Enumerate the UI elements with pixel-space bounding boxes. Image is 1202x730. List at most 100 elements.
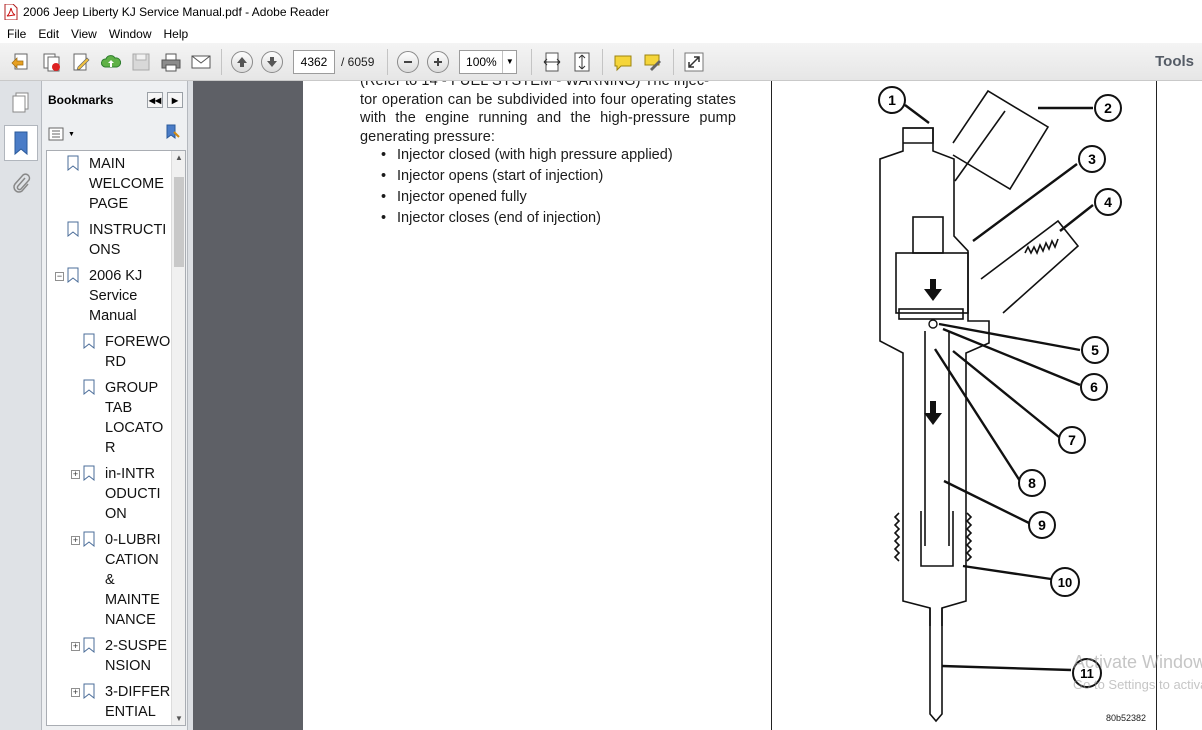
bookmark-item-group-tab-locator[interactable]: GROUP TAB LOCATO R [83,378,163,458]
fit-height-button[interactable] [567,47,597,77]
bookmark-label-line: in-INTR [105,466,155,482]
sticky-note-icon [614,55,632,71]
page-number-input[interactable] [293,49,335,74]
expand-toggle[interactable]: + [71,470,80,479]
save-icon [132,53,150,70]
thread-left [893,512,901,562]
activation-watermark-subtitle: Go to Settings to activate Windows. [1073,677,1202,692]
menu-edit[interactable]: Edit [33,27,64,41]
highlighter-icon [644,54,662,71]
expand-toggle[interactable]: + [71,688,80,697]
bookmark-label-line: TAB [105,400,133,416]
document-gutter [193,81,303,730]
chevron-down-icon[interactable]: ▼ [502,50,516,73]
bookmarks-tree: MAIN WELCOME PAGE INSTRUCTI ONS − 2006 K… [46,150,186,726]
expand-toggle[interactable]: + [71,536,80,545]
injector-cap [903,127,934,144]
menu-bar: File Edit View Window Help [0,24,1202,43]
bookmark-icon [67,155,79,171]
next-page-button[interactable] [257,47,287,77]
print-button[interactable] [156,47,186,77]
bookmark-label-line: NANCE [105,612,156,628]
control-ball [928,319,938,329]
fuel-inlet-threads [1024,238,1059,255]
bookmark-label-line: Service [89,288,138,304]
fit-width-icon [544,52,561,71]
callout-9: 9 [1038,517,1046,533]
bookmark-label-line: CATION [105,552,159,568]
expand-panel-button[interactable]: ▶ [167,92,183,108]
edit-pdf-icon [73,53,90,71]
bookmark-item-2-suspension[interactable]: 2-SUSPE NSION [83,636,167,676]
bookmarks-scrollbar[interactable]: ▲ ▼ [171,151,185,725]
solenoid-core [912,216,944,254]
arrow-down-icon [267,56,277,67]
callout-10: 10 [1058,575,1072,590]
save-button[interactable] [126,47,156,77]
bookmark-item-3-differential[interactable]: 3-DIFFER ENTIAL [83,682,170,722]
bookmark-options-button[interactable]: ▼ [48,127,75,141]
full-screen-button[interactable] [679,47,709,77]
expand-icon [684,52,704,71]
menu-window[interactable]: Window [104,27,157,41]
add-bookmark-icon [166,124,180,139]
bookmark-label-line: MAINTE [105,592,160,608]
upload-cloud-button[interactable] [96,47,126,77]
combine-files-button[interactable] [36,47,66,77]
page-thumbnails-button[interactable] [4,85,38,121]
bookmark-item-instructions[interactable]: INSTRUCTI ONS [67,220,166,260]
bookmark-label-line: PAGE [89,196,129,212]
collapse-panel-button[interactable]: ◀◀ [147,92,163,108]
bookmark-item-2006-kj-service-manual[interactable]: 2006 KJ Service Manual [67,266,142,326]
previous-page-button[interactable] [227,47,257,77]
callout-8: 8 [1028,475,1036,491]
tools-button[interactable]: Tools [1155,53,1194,70]
callout-1: 1 [888,92,896,108]
connector-housing [952,89,1050,191]
bookmark-label-line: WELCOME [89,176,164,192]
bookmark-label-line: ENTIAL [105,704,156,720]
scrollbar-thumb[interactable] [174,177,184,267]
bookmark-label-line: 2-SUSPE [105,638,168,654]
bookmarks-toolbar: ▼ [42,119,187,149]
menu-view[interactable]: View [66,27,102,41]
bookmarks-title: Bookmarks [48,93,114,107]
fuel-inlet [980,219,1080,314]
scroll-up-arrow-icon[interactable]: ▲ [175,153,183,162]
leader-line-9 [943,479,1030,525]
edit-pdf-button[interactable] [66,47,96,77]
bookmark-item-foreword[interactable]: FOREWO RD [83,332,170,372]
leader-line-1 [904,104,930,124]
collapse-toggle[interactable]: − [55,272,64,281]
toolbar-separator [602,48,604,75]
highlight-button[interactable] [638,47,668,77]
email-button[interactable] [186,47,216,77]
zoom-select[interactable]: 100% ▼ [459,49,518,74]
bookmark-item-0-lubrication-maintenance[interactable]: 0-LUBRI CATION & MAINTE NANCE [83,530,161,630]
fit-page-button[interactable] [537,47,567,77]
callout-3: 3 [1088,151,1096,167]
bookmark-label-line: 2006 KJ [89,268,143,284]
bookmark-icon [83,637,95,653]
create-pdf-button[interactable] [6,47,36,77]
scroll-down-arrow-icon[interactable]: ▼ [175,714,183,723]
attachments-button[interactable] [4,165,38,201]
menu-help[interactable]: Help [159,27,194,41]
chevron-right-icon: ▶ [171,95,179,105]
navigation-rail [0,81,42,730]
new-bookmark-button[interactable] [163,123,181,146]
zoom-in-button[interactable] [423,47,453,77]
page-thumbnails-icon [12,92,28,113]
expand-toggle[interactable]: + [71,642,80,651]
bookmark-item-main-welcome-page[interactable]: MAIN WELCOME PAGE [67,154,164,214]
zoom-out-button[interactable] [393,47,423,77]
bookmarks-panel-button[interactable] [3,125,38,161]
title-bar: 2006 Jeep Liberty KJ Service Manual.pdf … [0,0,1202,24]
bookmark-item-in-introduction[interactable]: in-INTR ODUCTI ON [83,464,161,524]
page-total: / 6059 [341,54,375,69]
comment-button[interactable] [608,47,638,77]
cloud-upload-icon [101,54,122,67]
menu-file[interactable]: File [2,27,31,41]
callout-6: 6 [1090,379,1098,395]
document-page: (Refer to 14 - FUEL SYSTEM - WARNING) Th… [303,81,1202,730]
